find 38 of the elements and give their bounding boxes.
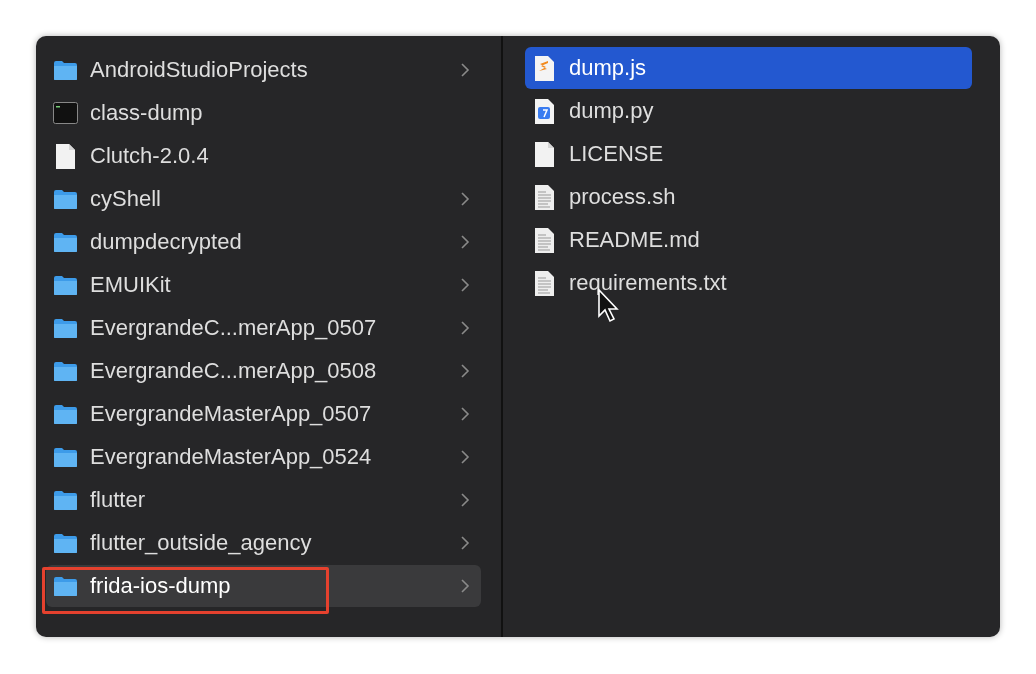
file-row[interactable]: Clutch-2.0.4 [46, 135, 481, 177]
file-name: dump.js [569, 55, 648, 81]
file-name: EvergrandeMasterApp_0524 [90, 444, 373, 470]
file-row[interactable]: LICENSE [525, 133, 972, 175]
file-row[interactable]: EvergrandeMasterApp_0524 [46, 436, 481, 478]
file-row[interactable]: flutter_outside_agency [46, 522, 481, 564]
file-name: EvergrandeC...merApp_0507 [90, 315, 378, 341]
file-name: dump.py [569, 98, 655, 124]
file-name: EMUIKit [90, 272, 172, 298]
file-row[interactable]: EvergrandeC...merApp_0507 [46, 307, 481, 349]
file-row[interactable]: EvergrandeMasterApp_0507 [46, 393, 481, 435]
file-row[interactable]: AndroidStudioProjects [46, 49, 481, 91]
file-row[interactable]: EMUIKit [46, 264, 481, 306]
file-name: process.sh [569, 184, 677, 210]
file-name: frida-ios-dump [90, 573, 232, 599]
file-row[interactable]: class-dump [46, 92, 481, 134]
file-name: EvergrandeC...merApp_0508 [90, 358, 378, 384]
file-name: flutter_outside_agency [90, 530, 313, 556]
file-name: README.md [569, 227, 701, 253]
file-row[interactable]: dump.py [525, 90, 972, 132]
file-name: class-dump [90, 100, 204, 126]
file-row[interactable]: frida-ios-dump [46, 565, 481, 607]
file-name: flutter [90, 487, 147, 513]
file-name: dumpdecrypted [90, 229, 243, 255]
file-row[interactable]: dump.js [525, 47, 972, 89]
file-row[interactable]: requirements.txt [525, 262, 972, 304]
file-row[interactable]: flutter [46, 479, 481, 521]
file-name: AndroidStudioProjects [90, 57, 309, 83]
file-name: requirements.txt [569, 270, 728, 296]
file-row[interactable]: dumpdecrypted [46, 221, 481, 263]
file-name: EvergrandeMasterApp_0507 [90, 401, 373, 427]
file-row[interactable]: process.sh [525, 176, 972, 218]
file-name: Clutch-2.0.4 [90, 143, 210, 169]
file-name: LICENSE [569, 141, 665, 167]
file-name: cyShell [90, 186, 162, 212]
file-row[interactable]: README.md [525, 219, 972, 261]
file-row[interactable]: cyShell [46, 178, 481, 220]
file-row[interactable]: EvergrandeC...merApp_0508 [46, 350, 481, 392]
